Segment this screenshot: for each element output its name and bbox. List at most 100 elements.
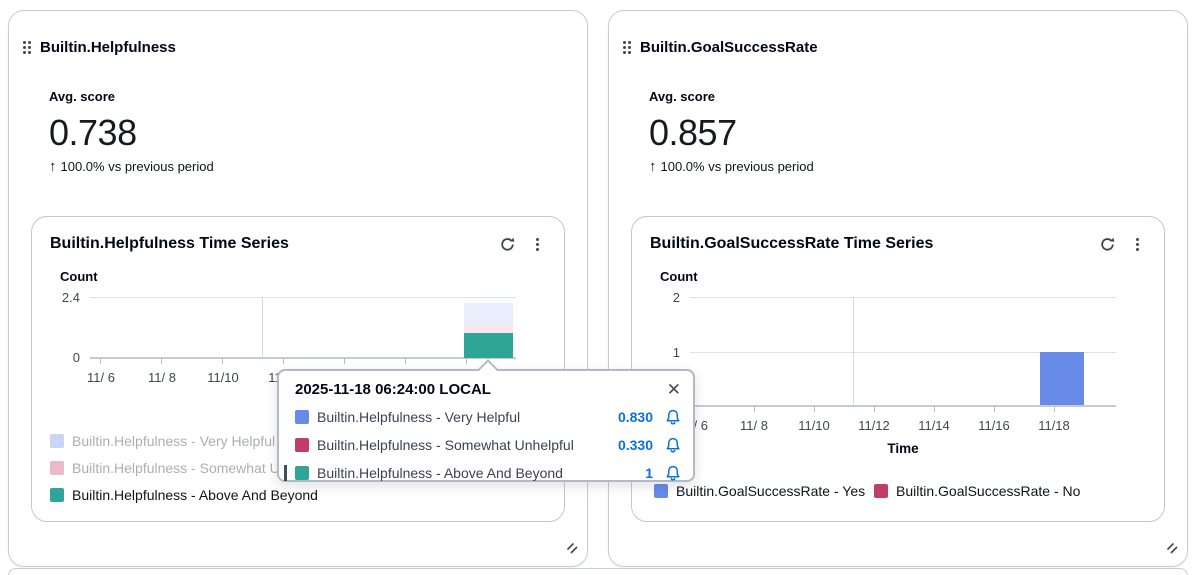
legend-swatch — [50, 461, 64, 475]
card-header: Builtin.Helpfulness — [23, 39, 176, 56]
x-tick-label: 11/ 8 — [140, 370, 184, 385]
y-tick-label: 0 — [32, 350, 80, 365]
y-tick-label: 2.4 — [32, 290, 80, 305]
metric-summary: Avg. score 0.857 ↑ 100.0% vs previous pe… — [649, 89, 814, 175]
legend-swatch — [50, 434, 64, 448]
x-tick-label: 11/16 — [972, 418, 1016, 433]
tooltip-row-somewhat-unhelpful: Builtin.Helpfulness - Somewhat Unhelpful… — [279, 431, 693, 459]
trend-up-arrow-icon: ↑ — [649, 158, 657, 175]
x-tick — [874, 406, 875, 412]
legend-item-no[interactable]: Builtin.GoalSuccessRate - No — [874, 483, 1080, 499]
x-tick — [934, 406, 935, 412]
bell-icon[interactable] — [665, 409, 681, 426]
x-tick — [754, 406, 755, 412]
series-label: Builtin.Helpfulness - Above And Beyond — [317, 465, 609, 481]
card-title: Builtin.Helpfulness — [40, 39, 176, 56]
bell-icon[interactable] — [665, 465, 681, 482]
x-tick — [466, 358, 467, 364]
x-axis-title: Time — [690, 441, 1116, 456]
x-axis-line — [90, 357, 516, 359]
series-value: 0.830 — [609, 409, 653, 425]
metric-value: 0.857 — [649, 112, 814, 154]
next-row-card-edge — [8, 568, 1188, 575]
legend-item-above-and-beyond[interactable]: Builtin.Helpfulness - Above And Beyond — [50, 487, 318, 503]
widget-menu-button[interactable] — [526, 234, 548, 254]
resize-icon — [565, 541, 579, 555]
legend-swatch — [874, 484, 888, 498]
series-label: Builtin.Helpfulness - Somewhat Unhelpful — [317, 437, 609, 453]
bar-segment-above-and-beyond[interactable] — [464, 333, 513, 358]
trend-up-arrow-icon: ↑ — [49, 158, 57, 175]
series-label: Builtin.Helpfulness - Very Helpful — [317, 409, 609, 425]
gridline-vertical — [853, 297, 854, 406]
metric-summary: Avg. score 0.738 ↑ 100.0% vs previous pe… — [49, 89, 214, 175]
widget-menu-button[interactable] — [1126, 234, 1148, 254]
series-swatch — [295, 466, 309, 480]
gridline-vertical — [262, 297, 263, 358]
x-tick-label: 11/12 — [852, 418, 896, 433]
x-tick-label: 11/10 — [201, 370, 245, 385]
metric-value: 0.738 — [49, 112, 214, 154]
tooltip-row-above-and-beyond: Builtin.Helpfulness - Above And Beyond 1 — [279, 459, 693, 487]
resize-handle[interactable] — [1165, 541, 1179, 560]
close-icon[interactable]: ✕ — [667, 381, 681, 398]
goal-success-chart-panel: Builtin.GoalSuccessRate Time Series Coun… — [631, 216, 1165, 522]
metric-trend: ↑ 100.0% vs previous period — [649, 158, 814, 175]
x-tick — [161, 358, 162, 364]
series-swatch — [295, 438, 309, 452]
x-tick — [100, 358, 101, 364]
refresh-button[interactable] — [496, 234, 518, 254]
resize-handle[interactable] — [565, 541, 579, 560]
y-tick-label: 2 — [632, 290, 680, 305]
refresh-icon — [499, 236, 516, 253]
refresh-icon — [1099, 236, 1116, 253]
metric-label: Avg. score — [649, 89, 814, 104]
x-tick — [405, 358, 406, 364]
metric-trend: ↑ 100.0% vs previous period — [49, 158, 214, 175]
chart-tooltip: 2025-11-18 06:24:00 LOCAL ✕ Builtin.Help… — [277, 369, 695, 482]
drag-handle-icon[interactable] — [23, 41, 31, 54]
legend-swatch — [50, 488, 64, 502]
gridline — [690, 297, 1116, 298]
hovered-series-indicator — [284, 465, 287, 481]
y-axis-title: Count — [660, 269, 698, 284]
legend-label: Builtin.GoalSuccessRate - Yes — [676, 483, 865, 499]
trend-text: 100.0% vs previous period — [661, 159, 814, 174]
x-tick — [994, 406, 995, 412]
legend-label: Builtin.GoalSuccessRate - No — [896, 483, 1080, 499]
card-title: Builtin.GoalSuccessRate — [640, 39, 818, 56]
bell-icon[interactable] — [665, 437, 681, 454]
x-tick — [344, 358, 345, 364]
bar-segment-very-helpful[interactable] — [464, 303, 513, 324]
trend-text: 100.0% vs previous period — [61, 159, 214, 174]
metrics-dashboard: Builtin.Helpfulness Avg. score 0.738 ↑ 1… — [0, 0, 1195, 575]
x-tick — [814, 406, 815, 412]
resize-icon — [1165, 541, 1179, 555]
x-tick-label: 11/ 6 — [79, 370, 123, 385]
vertical-ellipsis-icon — [1136, 238, 1139, 251]
drag-handle-icon[interactable] — [623, 41, 631, 54]
series-swatch — [295, 410, 309, 424]
legend-label: Builtin.Helpfulness - Above And Beyond — [72, 487, 318, 503]
y-axis-title: Count — [60, 269, 98, 284]
legend-label: Builtin.Helpfulness - Very Helpful — [72, 433, 275, 449]
series-value: 1 — [609, 465, 653, 481]
bar-goal-success-yes[interactable] — [1040, 352, 1084, 405]
legend-item-very-helpful[interactable]: Builtin.Helpfulness - Very Helpful — [50, 433, 275, 449]
x-tick-label: 11/ 8 — [732, 418, 776, 433]
x-tick-label: 11/14 — [912, 418, 956, 433]
x-tick-label: 11/10 — [792, 418, 836, 433]
gridline — [90, 297, 516, 298]
series-value: 0.330 — [609, 437, 653, 453]
y-tick-label: 1 — [632, 345, 680, 360]
chart-title: Builtin.GoalSuccessRate Time Series — [650, 235, 933, 253]
card-goal-success-rate: Builtin.GoalSuccessRate Avg. score 0.857… — [608, 10, 1188, 567]
x-tick — [1054, 406, 1055, 412]
x-tick — [283, 358, 284, 364]
metric-label: Avg. score — [49, 89, 214, 104]
chart-title: Builtin.Helpfulness Time Series — [50, 235, 289, 253]
refresh-button[interactable] — [1096, 234, 1118, 254]
bar-segment-somewhat-unhelpful[interactable] — [464, 324, 513, 333]
tooltip-row-very-helpful: Builtin.Helpfulness - Very Helpful 0.830 — [279, 403, 693, 431]
x-tick-label: 11/18 — [1032, 418, 1076, 433]
